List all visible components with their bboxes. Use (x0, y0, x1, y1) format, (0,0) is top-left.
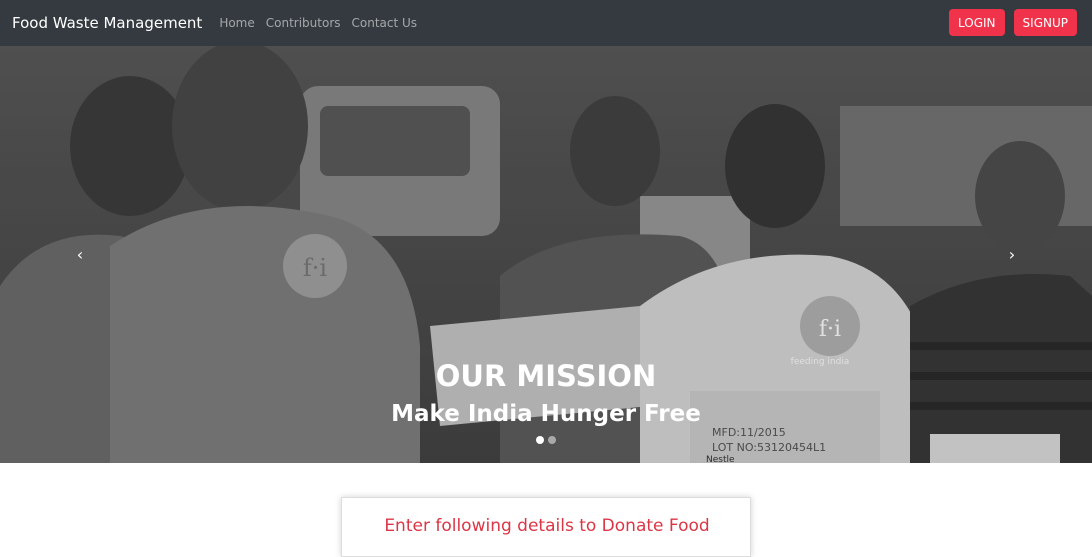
nav-link-contributors[interactable]: Contributors (266, 16, 341, 30)
nav-links: Home Contributors Contact Us (219, 16, 428, 30)
login-button[interactable]: LOGIN (949, 9, 1005, 36)
carousel-indicator-1[interactable] (536, 436, 544, 444)
chevron-right-icon: › (1008, 245, 1016, 264)
nav-actions: LOGIN SIGNUP (940, 9, 1077, 36)
hero-carousel: f·i f·i feeding india MFD:11/2015 LOT NO… (0, 46, 1092, 463)
carousel-indicators (536, 436, 560, 444)
brand-name[interactable]: Food Waste Management (12, 14, 202, 32)
carousel-caption-title: OUR MISSION (435, 359, 657, 393)
nav-link-contact-us[interactable]: Contact Us (352, 16, 418, 30)
nav-link-home[interactable]: Home (219, 16, 254, 30)
signup-button[interactable]: SIGNUP (1013, 9, 1077, 36)
carousel-indicator-2[interactable] (548, 436, 556, 444)
chevron-left-icon: ‹ (76, 245, 84, 264)
navbar: Food Waste Management Home Contributors … (0, 0, 1092, 46)
carousel-caption-subtitle: Make India Hunger Free (391, 401, 701, 427)
donate-food-card: Enter following details to Donate Food (341, 497, 751, 557)
donate-form-title: Enter following details to Donate Food (384, 516, 710, 536)
